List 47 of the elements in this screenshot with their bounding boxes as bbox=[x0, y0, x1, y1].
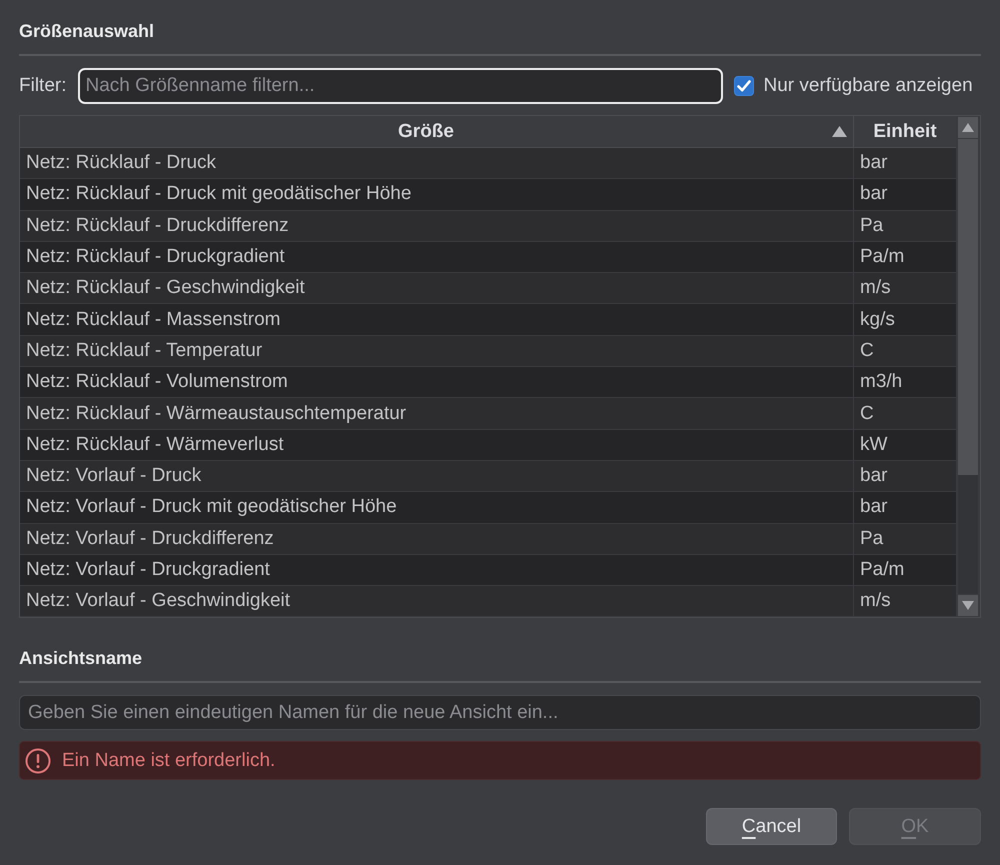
scroll-up-button[interactable] bbox=[958, 117, 978, 138]
filter-label: Filter: bbox=[19, 75, 66, 97]
table-cell-text: Netz: Vorlauf - Geschwindigkeit bbox=[25, 589, 292, 614]
table-row[interactable]: Netz: Rücklauf - Wärmeaustauschtemperatur C bbox=[20, 398, 956, 430]
table-cell-text: Netz: Rücklauf - Druckdifferenz bbox=[25, 214, 290, 238]
cancel-button[interactable]: Cancel bbox=[706, 808, 837, 845]
table-cell-text: Netz: Vorlauf - Druck mit geodätischer Höhe bbox=[25, 495, 398, 520]
table-row[interactable]: Netz: Rücklauf - Temperatur C bbox=[20, 336, 956, 368]
scroll-down-button[interactable] bbox=[958, 595, 978, 616]
table-row[interactable]: Netz: Rücklauf - Volumenstrom m3/h bbox=[20, 367, 956, 398]
checkmark-icon bbox=[736, 80, 750, 92]
checkbox-label[interactable]: Nur verfügbare anzeigen bbox=[764, 75, 973, 97]
table-cell-text: Netz: Vorlauf - Druckdifferenz bbox=[25, 526, 275, 551]
table-row[interactable]: Netz: Rücklauf - Druck mit geodätischer Höhe bar bbox=[20, 179, 956, 211]
table-cell-text: Netz: Vorlauf - Druckgradient bbox=[25, 558, 271, 582]
checkbox[interactable] bbox=[734, 76, 754, 96]
table-row[interactable]: Netz: Rücklauf - Druckgradient Pa/m bbox=[20, 242, 956, 274]
table-cell-text: Netz: Vorlauf - Druck bbox=[25, 464, 202, 488]
table-cell-text: Netz: Rücklauf - Temperatur bbox=[25, 338, 264, 363]
scrollbar-thumb[interactable] bbox=[958, 139, 978, 475]
table-cell-text: Netz: Rücklauf - Wärmeaustauschtemperatur bbox=[25, 402, 408, 426]
column-header[interactable]: Größe bbox=[20, 116, 853, 147]
table-cell-text: Netz: Rücklauf - Druck bbox=[25, 151, 218, 176]
error-icon bbox=[25, 748, 51, 774]
table-row[interactable]: Netz: Vorlauf - Druck mit geodätischer Höhe bar bbox=[20, 492, 956, 524]
table-row[interactable]: Netz: Rücklauf - Massenstrom kg/s bbox=[20, 304, 956, 336]
table-row[interactable]: Netz: Rücklauf - Geschwindigkeit m/s bbox=[20, 273, 956, 304]
table-row[interactable]: Netz: Vorlauf - Geschwindigkeit m/s bbox=[20, 586, 956, 617]
table-row[interactable]: Netz: Vorlauf - Druckdifferenz Pa bbox=[20, 524, 956, 555]
table-cell-text: Netz: Rücklauf - Wärmeverlust bbox=[25, 432, 285, 457]
filter-input[interactable]: Nach Größenname filtern... bbox=[78, 68, 722, 104]
view-name-input[interactable]: Geben Sie einen eindeutigen Namen für die neue Ansicht ein... bbox=[19, 695, 981, 730]
up-triangle-icon bbox=[962, 123, 974, 132]
table-cell-text: Netz: Rücklauf - Volumenstrom bbox=[25, 370, 289, 394]
table-row[interactable]: Netz: Rücklauf - Druck bar bbox=[20, 148, 956, 180]
table-cell-text: Netz: Rücklauf - Massenstrom bbox=[25, 308, 282, 332]
table-cell-text: Netz: Rücklauf - Druckgradient bbox=[25, 245, 286, 270]
down-triangle-icon bbox=[962, 601, 974, 610]
section-heading: Größenauswahl bbox=[19, 20, 156, 43]
table-row[interactable]: Netz: Rücklauf - Wärmeverlust kW bbox=[20, 430, 956, 461]
table-cell-text: Netz: Rücklauf - Druck mit geodätischer Höhe bbox=[25, 182, 412, 206]
table-row[interactable]: Netz: Vorlauf - Druckgradient Pa/m bbox=[20, 554, 956, 586]
table-row[interactable]: Netz: Vorlauf - Druck bar bbox=[20, 460, 956, 492]
table-cell-text: Netz: Rücklauf - Geschwindigkeit bbox=[25, 276, 306, 300]
section-heading: Ansichtsname bbox=[19, 647, 144, 670]
table-row[interactable]: Netz: Rücklauf - Druckdifferenz Pa bbox=[20, 210, 956, 242]
error-message: Ein Name ist erforderlich. bbox=[62, 750, 276, 772]
